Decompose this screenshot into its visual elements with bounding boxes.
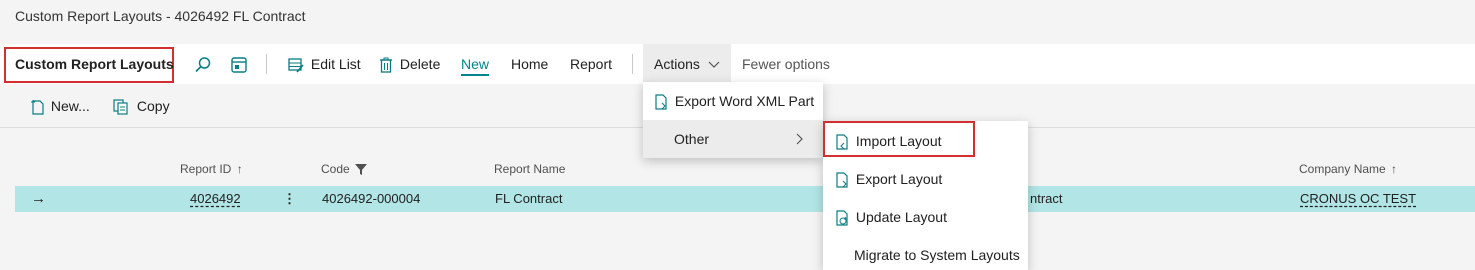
edit-list-label: Edit List xyxy=(310,56,361,72)
filter-pane-icon xyxy=(231,57,247,73)
column-header-code[interactable]: Code xyxy=(321,162,368,176)
import-layout-highlight xyxy=(823,121,975,157)
tab-new-label: New xyxy=(461,56,490,76)
edit-list-icon xyxy=(288,58,304,73)
tab-actions[interactable]: Actions xyxy=(643,44,731,84)
filter-pane-button[interactable] xyxy=(230,44,248,84)
chevron-down-icon xyxy=(708,61,720,69)
sort-ascending-icon: ↑ xyxy=(1391,162,1398,176)
edit-list-button[interactable]: Edit List xyxy=(288,44,361,84)
description-cell: ntract xyxy=(1030,191,1063,206)
trash-icon xyxy=(380,57,392,73)
export-word-xml-part-menu-item[interactable]: Export Word XML Part xyxy=(643,82,823,120)
title-bar: Custom Report Layouts - 4026492 FL Contr… xyxy=(0,0,1475,44)
table-row[interactable]: → 4026492 ⋮ 4026492-000004 FL Contract n… xyxy=(15,186,1475,212)
search-button[interactable] xyxy=(194,44,212,84)
column-header-label: Company Name xyxy=(1299,162,1386,176)
column-header-report-name[interactable]: Report Name xyxy=(494,162,565,176)
export-document-icon xyxy=(655,94,667,110)
separator xyxy=(632,54,633,74)
row-menu-icon[interactable]: ⋮ xyxy=(283,186,296,212)
other-menu-item[interactable]: Other xyxy=(643,120,823,158)
report-name-cell: FL Contract xyxy=(495,191,563,206)
report-id-cell[interactable]: 4026492 xyxy=(190,186,241,212)
copy-button[interactable]: Copy xyxy=(113,84,170,128)
sort-ascending-icon: ↑ xyxy=(236,162,243,176)
column-header-company-name[interactable]: Company Name ↑ xyxy=(1299,162,1397,176)
delete-label: Delete xyxy=(399,56,441,72)
window-title: Custom Report Layouts - 4026492 FL Contr… xyxy=(15,8,306,24)
export-document-icon xyxy=(836,172,848,188)
menu-item-label: Export Word XML Part xyxy=(674,93,815,109)
filter-icon xyxy=(355,164,368,176)
update-document-icon xyxy=(836,210,848,226)
separator xyxy=(266,54,267,74)
new-layout-label: New... xyxy=(50,98,90,114)
update-layout-menu-item[interactable]: Update Layout xyxy=(823,198,1028,236)
code-cell: 4026492-000004 xyxy=(322,191,421,206)
tab-report[interactable]: Report xyxy=(570,44,612,84)
new-layout-button[interactable]: New... xyxy=(30,84,90,128)
tab-home[interactable]: Home xyxy=(511,44,548,84)
menu-item-label: Migrate to System Layouts xyxy=(854,247,1020,263)
column-header-label: Report ID xyxy=(180,162,232,176)
copy-label: Copy xyxy=(136,98,170,114)
chevron-right-icon xyxy=(796,133,803,145)
menu-item-label: Export Layout xyxy=(855,171,943,187)
fewer-options-button[interactable]: Fewer options xyxy=(742,44,830,84)
menu-item-label: Other xyxy=(674,131,710,147)
new-document-icon xyxy=(31,100,44,115)
menu-item-label: Update Layout xyxy=(855,209,947,225)
action-bar: Custom Report Layouts Edit List Delete N… xyxy=(0,44,1475,84)
row-indicator-arrow-icon: → xyxy=(31,190,46,207)
tab-new[interactable]: New xyxy=(461,44,490,84)
migrate-to-system-layouts-menu-item[interactable]: Migrate to System Layouts xyxy=(823,236,1028,270)
company-name-cell[interactable]: CRONUS OC TEST xyxy=(1300,186,1416,212)
actions-menu: Export Word XML Part Other xyxy=(643,82,823,158)
column-header-report-id[interactable]: Report ID ↑ xyxy=(180,162,243,176)
search-icon xyxy=(195,57,211,73)
export-layout-menu-item[interactable]: Export Layout xyxy=(823,160,1028,198)
copy-icon xyxy=(113,99,128,115)
delete-button[interactable]: Delete xyxy=(379,44,440,84)
page-caption[interactable]: Custom Report Layouts xyxy=(15,44,174,84)
tab-actions-label: Actions xyxy=(654,56,700,72)
column-header-label: Code xyxy=(321,162,350,176)
